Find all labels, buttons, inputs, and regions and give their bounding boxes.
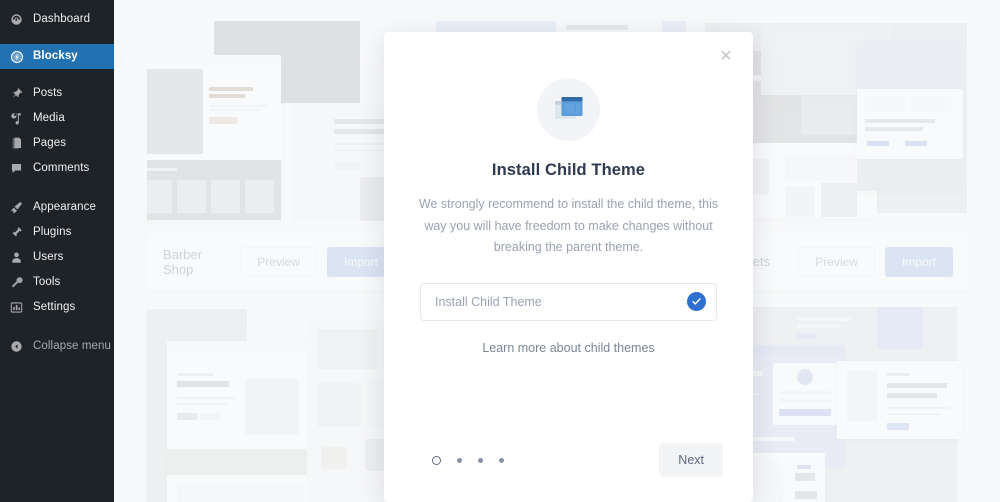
pin-icon: [8, 85, 25, 102]
step-dot-1[interactable]: [432, 455, 441, 465]
install-child-theme-modal: ✕ Install Child Theme We strongly recomm…: [384, 32, 753, 502]
sidebar-item-plugins[interactable]: Plugins: [0, 220, 114, 245]
sidebar-item-media[interactable]: Media: [0, 106, 114, 131]
sidebar-item-blocksy[interactable]: Blocksy: [0, 44, 114, 69]
wp-admin-screen: Dashboard Blocksy Posts Media Pages Comm…: [0, 0, 1000, 502]
sidebar-item-label: Comments: [33, 161, 90, 174]
page-title: Install Child Theme: [491, 161, 646, 179]
sidebar-item-dashboard[interactable]: Dashboard: [0, 7, 114, 32]
next-button[interactable]: Next: [659, 443, 723, 477]
sidebar-item-pages[interactable]: Pages: [0, 131, 114, 156]
dashboard-icon: [8, 11, 25, 28]
modal-body: Install Child Theme We strongly recommen…: [384, 32, 753, 355]
media-icon: [8, 110, 25, 127]
sidebar-item-label: Users: [33, 250, 64, 263]
sidebar-item-label: Dashboard: [33, 12, 91, 25]
wp-admin-sidebar: Dashboard Blocksy Posts Media Pages Comm…: [0, 0, 114, 502]
sidebar-item-label: Blocksy: [33, 49, 78, 62]
check-circle-icon[interactable]: [687, 292, 706, 311]
blocksy-icon: [8, 48, 25, 65]
sidebar-item-tools[interactable]: Tools: [0, 270, 114, 295]
checkmark-glyph: [692, 298, 701, 305]
sidebar-item-settings[interactable]: Settings: [0, 295, 114, 320]
learn-more-link[interactable]: Learn more about child themes: [414, 341, 723, 355]
wrench-icon: [8, 274, 25, 291]
sidebar-item-label: Pages: [33, 136, 67, 149]
sidebar-item-label: Tools: [33, 275, 61, 288]
sidebar-item-collapse-menu[interactable]: Collapse menu: [0, 334, 114, 359]
child-theme-window-icon: [537, 78, 600, 141]
sidebar-item-label: Appearance: [33, 200, 97, 213]
modal-description: We strongly recommend to install the chi…: [418, 197, 719, 254]
sidebar-item-label: Settings: [33, 300, 76, 313]
brush-icon: [8, 199, 25, 216]
modal-footer: Next: [384, 418, 753, 502]
sidebar-item-label: Media: [33, 111, 65, 124]
install-child-theme-label: Install Child Theme: [435, 294, 542, 309]
close-icon[interactable]: ✕: [713, 44, 739, 70]
sidebar-item-users[interactable]: Users: [0, 245, 114, 270]
settings-icon: [8, 299, 25, 316]
step-dot-4[interactable]: [499, 457, 504, 463]
sidebar-item-posts[interactable]: Posts: [0, 81, 114, 106]
sidebar-item-comments[interactable]: Comments: [0, 156, 114, 181]
sidebar-item-label: Collapse menu: [33, 339, 112, 352]
install-child-theme-checkbox-row[interactable]: Install Child Theme: [420, 282, 717, 321]
collapse-icon: [8, 338, 25, 355]
pages-icon: [8, 135, 25, 152]
step-indicator: [414, 455, 659, 465]
sidebar-item-label: Plugins: [33, 225, 72, 238]
sidebar-item-label: Posts: [33, 86, 63, 99]
sidebar-item-appearance[interactable]: Appearance: [0, 195, 114, 220]
user-icon: [8, 249, 25, 266]
plugin-icon: [8, 224, 25, 241]
child-theme-window-glyph: [554, 96, 582, 119]
comments-icon: [8, 160, 25, 177]
step-dot-2[interactable]: [457, 457, 462, 463]
step-dot-3[interactable]: [478, 457, 483, 463]
